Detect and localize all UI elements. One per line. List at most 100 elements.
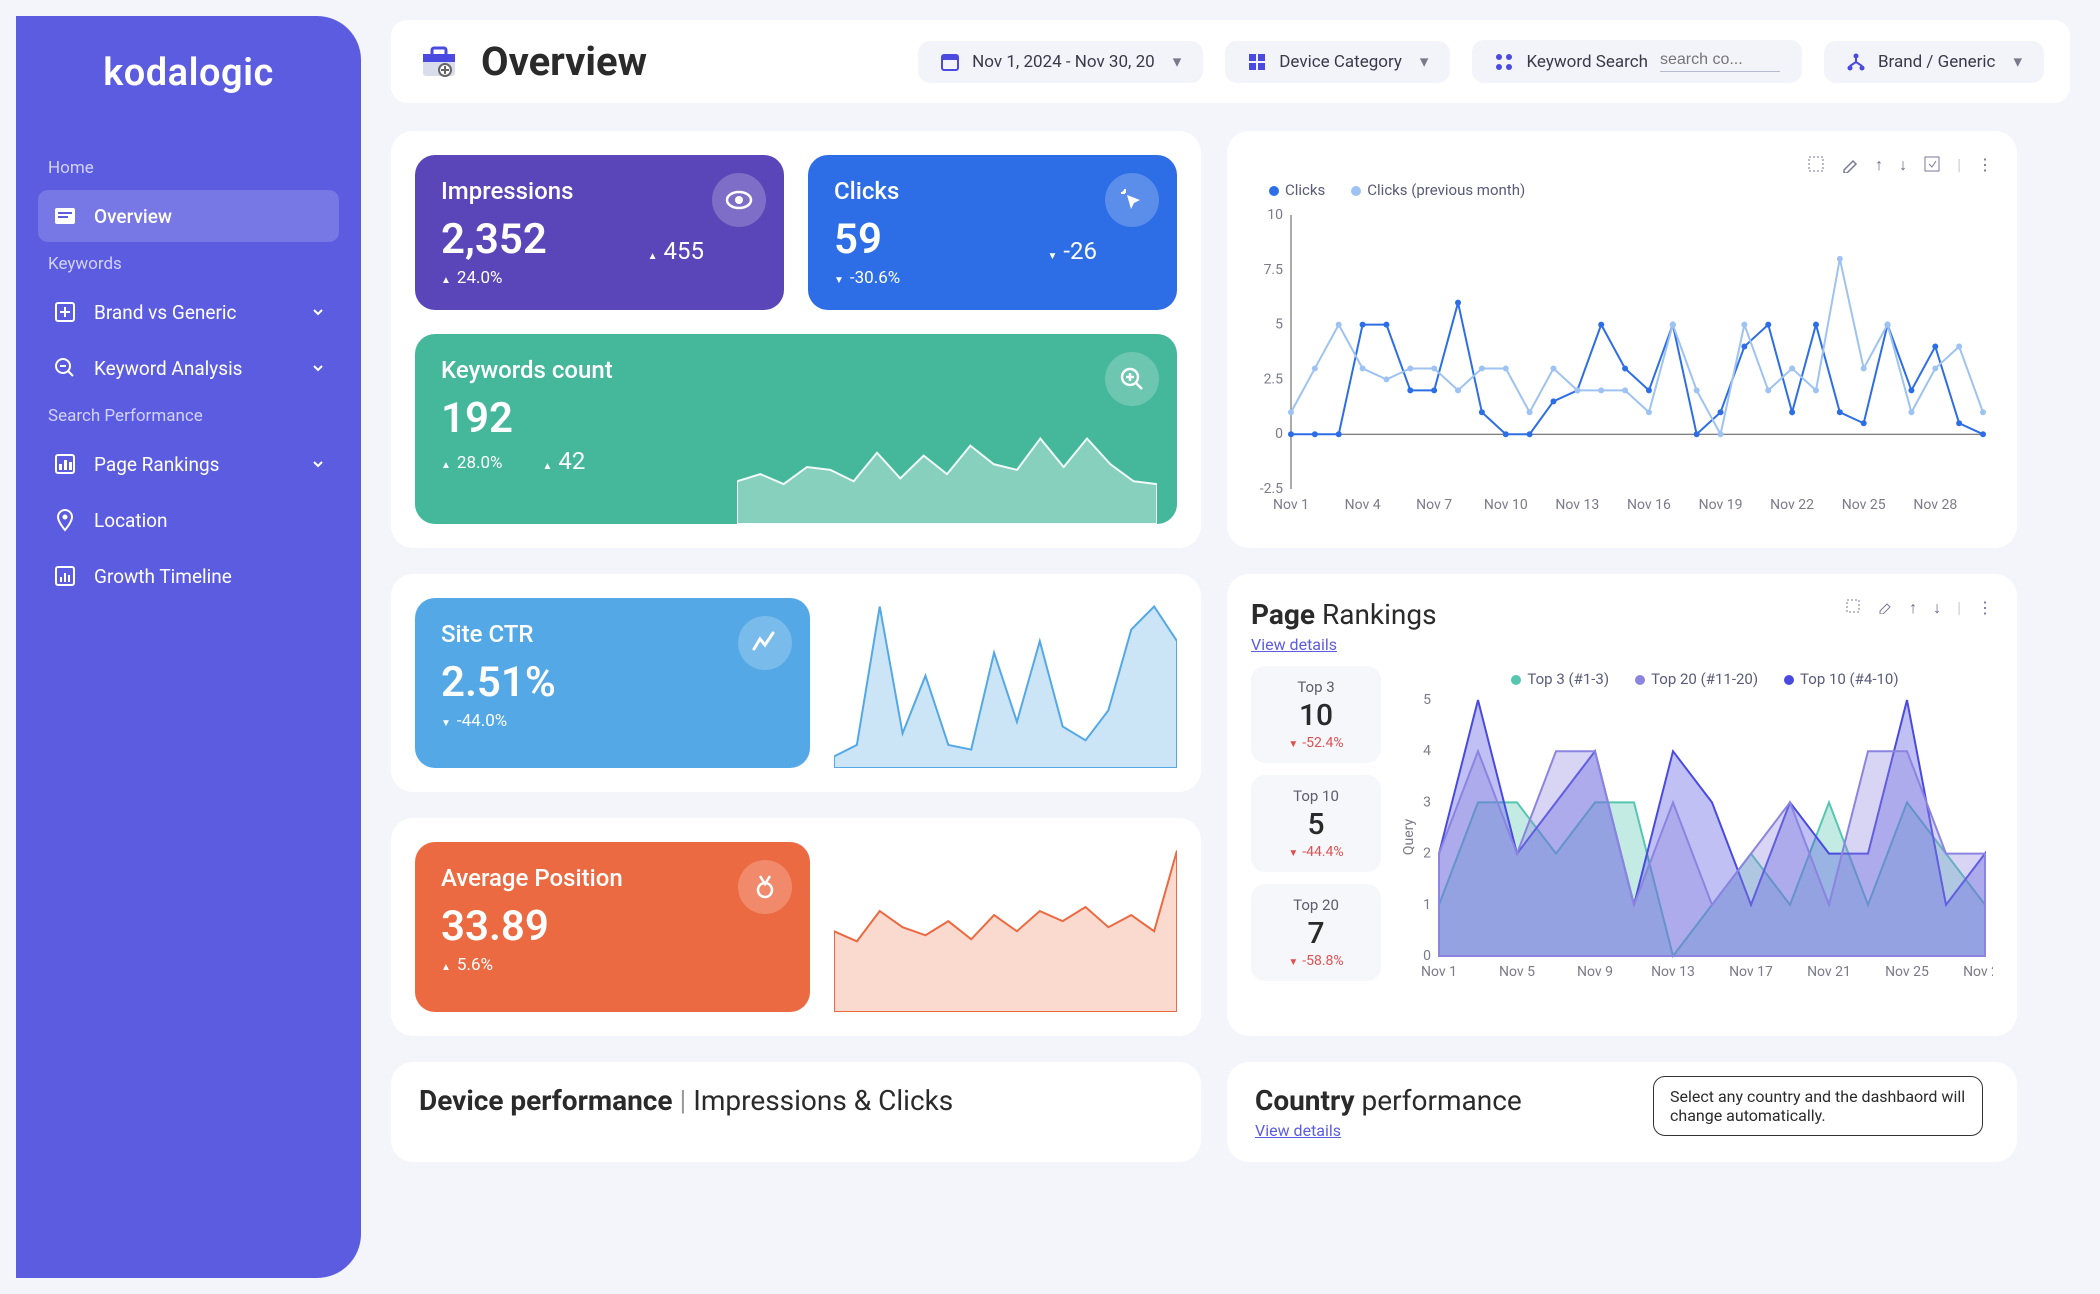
analysis-icon [52,355,78,381]
device-category-label: Device Category [1279,52,1402,72]
ctr-panel: Site CTR 2.51% -44.0% [391,574,1201,792]
clicks-title: Clicks [834,177,1151,205]
device-performance-panel: Device performance | Impressions & Click… [391,1062,1201,1162]
svg-text:Nov 29: Nov 29 [1963,964,1993,980]
rank-stat-pct: -58.8% [1257,953,1375,969]
keyword-search-input[interactable] [1660,51,1780,72]
sidebar-item-page-rankings[interactable]: Page Rankings [38,438,339,490]
impressions-card: Impressions 2,352 24.0% 455 [415,155,784,310]
chevron-down-icon [311,301,325,324]
page-rankings-panel: Page Rankings View details ↑ ↓ | ⋮ [1227,574,2017,1036]
select-icon[interactable] [1845,598,1861,654]
overview-icon [52,203,78,229]
arrow-up-icon [441,955,451,975]
sidebar-item-label: Growth Timeline [94,565,232,588]
rank-stat-pct: -44.4% [1257,844,1375,860]
brand-icon [52,299,78,325]
avg-position-sparkline [834,842,1177,1012]
arrow-up-icon [543,447,553,475]
focus-icon[interactable] [1923,155,1941,175]
avg-position-value: 33.89 [441,902,784,951]
impressions-value: 2,352 [441,215,758,264]
ctr-pct: -44.0% [441,711,784,731]
device-performance-title: Device performance | Impressions & Click… [419,1084,1173,1117]
caret-down-icon: ▾ [1420,52,1429,72]
rank-stat-label: Top 20 [1257,896,1375,914]
clicks-value: 59 [834,215,1151,264]
eye-icon [712,173,766,227]
medal-icon [738,860,792,914]
svg-text:0: 0 [1275,426,1283,442]
svg-text:Nov 10: Nov 10 [1484,497,1528,513]
page-rankings-title: Page Rankings [1251,598,1437,631]
svg-text:Nov 22: Nov 22 [1770,497,1814,513]
sidebar-item-label: Page Rankings [94,453,219,476]
sidebar-item-brand-vs-generic[interactable]: Brand vs Generic [38,286,339,338]
svg-text:Nov 1: Nov 1 [1421,964,1457,980]
ctr-sparkline [834,598,1177,768]
rank-stat-card: Top 20 7 -58.8% [1251,884,1381,981]
svg-text:Nov 5: Nov 5 [1499,964,1535,980]
brand-generic-dropdown[interactable]: Brand / Generic ▾ [1824,41,2044,83]
rankings-icon [52,451,78,477]
sidebar-item-overview[interactable]: Overview [38,190,339,242]
avg-position-card: Average Position 33.89 5.6% [415,842,810,1012]
device-category-dropdown[interactable]: Device Category ▾ [1225,41,1450,83]
ctr-title: Site CTR [441,620,784,648]
calendar-icon [940,52,960,72]
page-rankings-view-link[interactable]: View details [1251,635,1437,654]
keyword-search-wrap[interactable]: Keyword Search [1472,40,1802,83]
caret-down-icon: ▾ [1173,52,1182,72]
arrow-up-icon [648,237,658,265]
drill-down-icon[interactable]: ↓ [1933,598,1941,654]
clicks-chart-panel: ↑ ↓ | ⋮ Clicks Clicks (previous month) -… [1227,131,2017,548]
arrow-down-icon [1288,844,1298,860]
nav-section-label: Keywords [38,246,339,282]
chevron-down-icon [311,453,325,476]
keywords-title: Keywords count [441,356,1151,384]
arrow-up-icon [441,268,451,288]
grid-icon [1494,52,1514,72]
trend-icon [738,616,792,670]
main: Overview Nov 1, 2024 - Nov 30, 20 ▾ Devi… [361,0,2100,1294]
more-icon[interactable]: ⋮ [1977,598,1993,654]
keywords-card: Keywords count 192 28.0% 42 [415,334,1177,524]
cursor-click-icon [1105,173,1159,227]
drill-up-icon[interactable]: ↑ [1909,598,1917,654]
edit-icon[interactable] [1841,155,1859,175]
svg-text:5: 5 [1423,692,1431,708]
brand-generic-label: Brand / Generic [1878,52,1995,72]
clicks-line-chart: -2.502.557.510Nov 1Nov 4Nov 7Nov 10Nov 1… [1251,205,1993,515]
nav: Home Overview Keywords Brand vs Generic … [38,150,339,602]
more-icon[interactable]: ⋮ [1977,155,1993,175]
arrow-down-icon [834,268,844,288]
ctr-card: Site CTR 2.51% -44.0% [415,598,810,768]
svg-text:5: 5 [1275,317,1283,333]
sidebar-item-growth-timeline[interactable]: Growth Timeline [38,550,339,602]
date-range-picker[interactable]: Nov 1, 2024 - Nov 30, 20 ▾ [918,41,1203,83]
svg-text:Nov 28: Nov 28 [1913,497,1957,513]
impressions-title: Impressions [441,177,758,205]
rank-stat-value: 5 [1257,807,1375,842]
page-title: Overview [481,38,647,85]
svg-text:Query: Query [1401,818,1417,855]
sidebar-item-location[interactable]: Location [38,494,339,546]
arrow-down-icon [441,711,451,731]
sidebar-item-label: Brand vs Generic [94,301,236,324]
keyword-search-label: Keyword Search [1526,52,1648,72]
nav-section-label: Home [38,150,339,186]
branch-icon [1846,52,1866,72]
drill-down-icon[interactable]: ↓ [1899,155,1907,175]
select-icon[interactable] [1807,155,1825,175]
keywords-pct: 28.0% [441,453,503,473]
svg-text:Nov 25: Nov 25 [1885,964,1929,980]
drill-up-icon[interactable]: ↑ [1875,155,1883,175]
impressions-delta: 455 [648,237,704,265]
svg-text:Nov 19: Nov 19 [1699,497,1743,513]
edit-icon[interactable] [1877,598,1893,654]
avg-position-title: Average Position [441,864,784,892]
sidebar-item-keyword-analysis[interactable]: Keyword Analysis [38,342,339,394]
chart-toolbar: ↑ ↓ | ⋮ [1251,155,1993,175]
svg-text:2: 2 [1423,846,1431,862]
clicks-chart-legend: Clicks Clicks (previous month) [1269,181,1993,199]
